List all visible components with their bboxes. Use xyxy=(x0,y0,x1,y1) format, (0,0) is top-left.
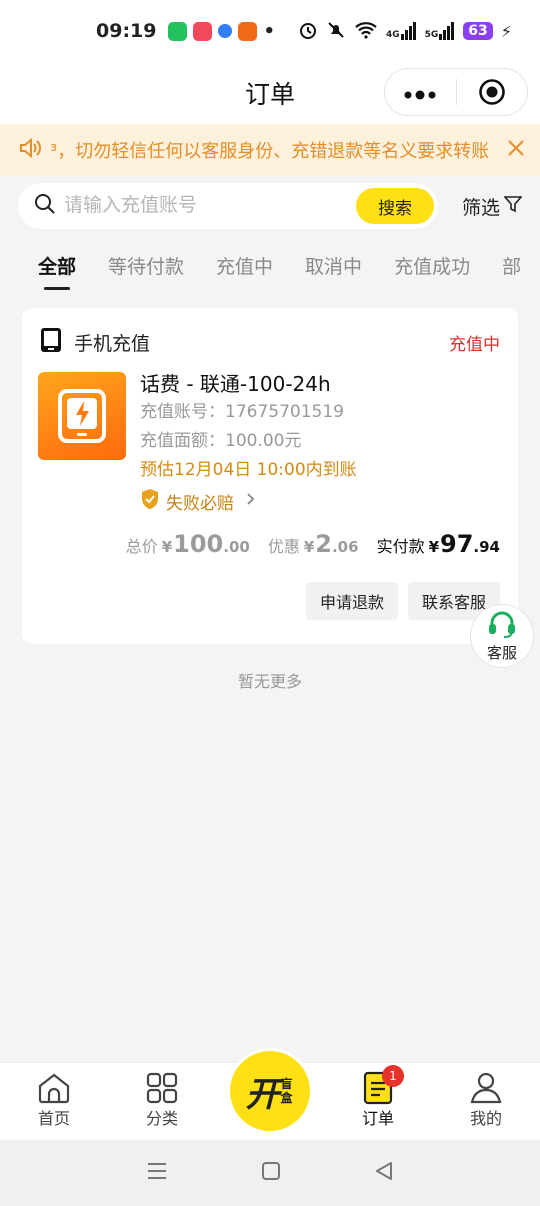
grid-icon xyxy=(146,1071,178,1105)
tab-success[interactable]: 充值成功 xyxy=(394,244,470,290)
discount-int: 2 xyxy=(315,530,332,558)
blind-box-sub-text: 盲盒 xyxy=(280,1077,293,1105)
menu-icon[interactable] xyxy=(146,1162,168,1184)
miniapp-capsule xyxy=(384,68,528,116)
filter-button[interactable]: 筛选 xyxy=(461,193,523,220)
signal-5g-icon: 5G xyxy=(425,22,456,40)
tabbar-home[interactable]: 首页 xyxy=(14,1071,94,1129)
filter-icon xyxy=(503,195,523,218)
paid-int: 97 xyxy=(440,530,474,558)
home-square-icon[interactable] xyxy=(261,1161,281,1185)
wifi-icon xyxy=(354,21,378,42)
status-icons: 4G 5G 63 ⚡ xyxy=(298,20,512,43)
system-nav-bar xyxy=(0,1140,540,1206)
order-card-header: 手机充值 充值中 xyxy=(40,326,500,358)
tabbar-mine-label: 我的 xyxy=(469,1109,502,1128)
filter-label: 筛选 xyxy=(461,196,500,219)
speaker-icon xyxy=(18,137,42,164)
product-image xyxy=(38,372,126,460)
search-button[interactable]: 搜索 xyxy=(355,188,434,224)
discount-price: 优惠 ¥ 2 .06 xyxy=(268,530,359,558)
tab-partial[interactable]: 部 xyxy=(502,244,521,290)
product-info: 话费 - 联通-100-24h 充值账号：17675701519 充值面额：10… xyxy=(140,370,506,517)
status-bar: 09:19 • 4G 5G 63 ⚡ xyxy=(0,0,540,62)
signal-4g-icon: 4G xyxy=(386,22,417,40)
currency-symbol: ¥ xyxy=(161,538,173,556)
tab-recharging[interactable]: 充值中 xyxy=(216,244,273,290)
mute-icon xyxy=(326,20,346,43)
video-app-icon xyxy=(193,21,213,41)
blind-box-button[interactable]: 开 盲盒 xyxy=(227,1048,313,1134)
shield-check-icon xyxy=(140,488,160,515)
tab-cancelling[interactable]: 取消中 xyxy=(305,244,362,290)
notice-bar: ³，切勿轻信任何以客服身份、充错退款等名义要求转账 xyxy=(0,124,540,176)
search-box: 搜索 xyxy=(18,183,438,229)
notification-dot-icon: • xyxy=(263,20,275,42)
search-input[interactable] xyxy=(64,195,356,217)
customer-service-float[interactable]: 客服 xyxy=(470,604,534,668)
order-card[interactable]: 手机充值 充值中 话费 - 联通-100-24h 充值账号：1767570151… xyxy=(22,308,518,644)
total-int: 100 xyxy=(173,530,224,558)
currency-symbol: ¥ xyxy=(303,538,315,556)
back-triangle-icon[interactable] xyxy=(374,1161,394,1185)
order-actions: 申请退款 联系客服 xyxy=(305,582,500,620)
orders-badge: 1 xyxy=(382,1065,404,1087)
miniapp-close-icon[interactable] xyxy=(457,78,528,106)
guarantee-label: 失败必赔 xyxy=(166,493,234,514)
discount-label: 优惠 xyxy=(267,537,300,556)
no-more-text: 暂无更多 xyxy=(237,672,302,691)
search-row: 搜索 筛选 xyxy=(0,176,540,236)
tabbar-mine[interactable]: 我的 xyxy=(446,1071,526,1129)
order-tabs: 全部 等待付款 充值中 取消中 充值成功 部 xyxy=(0,244,540,294)
product-title: 话费 - 联通-100-24h xyxy=(140,372,331,396)
chevron-right-icon xyxy=(246,491,256,511)
status-time: 09:19 xyxy=(96,20,157,42)
recharge-amount: 充值面额：100.00元 xyxy=(140,431,302,451)
refund-button[interactable]: 申请退款 xyxy=(305,582,398,620)
battery-level: 63 xyxy=(463,22,493,40)
alarm-icon xyxy=(298,20,318,43)
paid-price: 实付款 ¥ 97 .94 xyxy=(377,530,500,558)
notice-text: ³，切勿轻信任何以客服身份、充错退款等名义要求转账 xyxy=(50,141,490,162)
price-summary: 总价 ¥ 100 .00 优惠 ¥ 2 .06 实付款 ¥ 97 .94 xyxy=(126,530,500,558)
paid-label: 实付款 xyxy=(376,537,425,556)
network-5g-label: 5G xyxy=(424,30,439,40)
tabbar-home-label: 首页 xyxy=(37,1109,70,1128)
shopping-app-icon xyxy=(238,21,258,41)
close-icon[interactable] xyxy=(506,138,526,163)
total-price: 总价 ¥ 100 .00 xyxy=(126,530,250,558)
customer-service-label: 客服 xyxy=(486,643,517,662)
currency-symbol: ¥ xyxy=(428,538,440,556)
phone-icon xyxy=(40,327,62,357)
wechat-icon xyxy=(168,21,188,41)
network-4g-label: 4G xyxy=(385,30,400,40)
search-icon xyxy=(34,193,56,219)
paid-dec: .94 xyxy=(473,538,500,556)
app-icon xyxy=(218,24,233,38)
tabbar-category[interactable]: 分类 xyxy=(122,1071,202,1129)
total-label: 总价 xyxy=(125,537,158,556)
tabbar-orders-label: 订单 xyxy=(361,1109,394,1128)
home-icon xyxy=(37,1071,71,1105)
order-status: 充值中 xyxy=(449,334,500,355)
user-icon xyxy=(469,1071,503,1105)
tab-pending-payment[interactable]: 等待付款 xyxy=(108,244,184,290)
tab-all[interactable]: 全部 xyxy=(38,244,76,290)
order-category: 手机充值 xyxy=(74,332,151,355)
headset-icon xyxy=(487,610,517,642)
tabbar-orders[interactable]: 订单 1 xyxy=(338,1065,418,1129)
recharge-account: 充值账号：17675701519 xyxy=(140,402,344,422)
charge-phone-icon xyxy=(58,389,106,443)
blind-box-main-text: 开 xyxy=(245,1074,280,1115)
guarantee-tag[interactable]: 失败必赔 xyxy=(140,485,506,517)
blind-box-logo: 开 盲盒 xyxy=(230,1051,310,1131)
estimated-arrival: 预估12月04日 10:00内到账 xyxy=(140,460,357,480)
discount-dec: .06 xyxy=(331,538,359,556)
tabbar-category-label: 分类 xyxy=(145,1109,178,1128)
total-dec: .00 xyxy=(223,538,250,556)
navbar: 订单 xyxy=(0,62,540,124)
page-title: 订单 xyxy=(244,80,295,109)
charging-icon: ⚡ xyxy=(500,21,512,41)
more-dots-icon[interactable] xyxy=(385,82,456,102)
